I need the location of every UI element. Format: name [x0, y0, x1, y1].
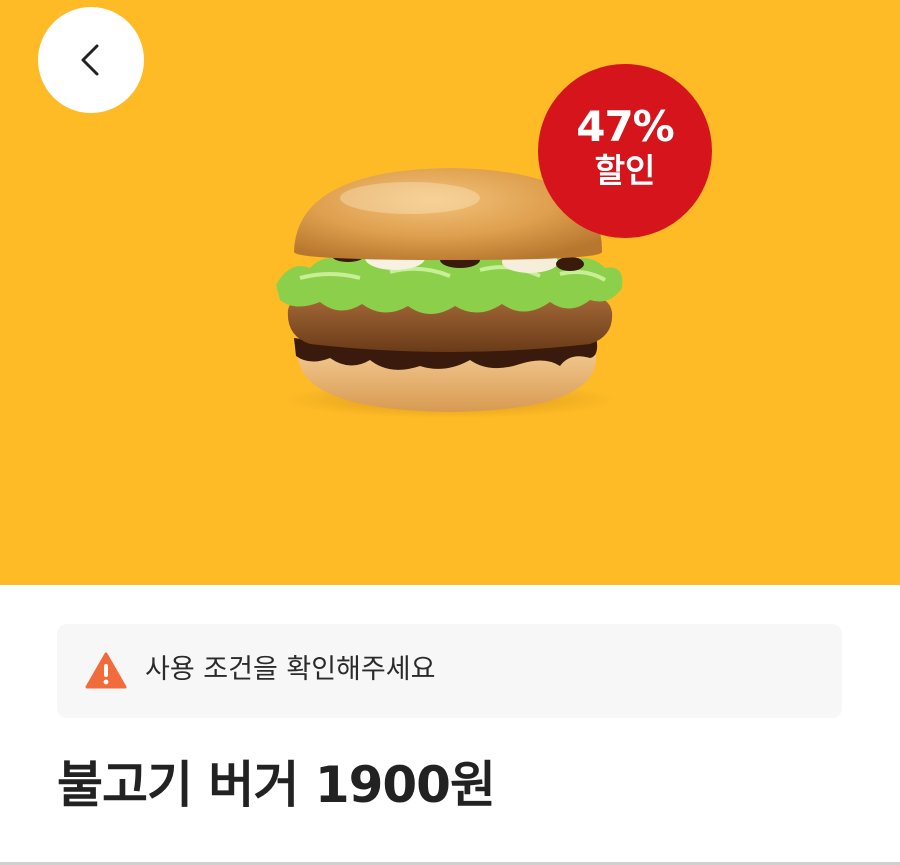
back-button[interactable]: [38, 7, 144, 113]
discount-percent: 47%: [576, 102, 675, 151]
hero-banner: 47% 할인: [0, 0, 900, 585]
product-title: 불고기 버거 1900원: [57, 756, 496, 814]
chevron-left-icon: [81, 44, 99, 76]
warning-icon: [85, 652, 127, 689]
discount-badge: 47% 할인: [538, 64, 712, 238]
discount-label: 할인: [594, 151, 656, 190]
notice-text: 사용 조건을 확인해주세요: [145, 654, 436, 685]
usage-notice[interactable]: 사용 조건을 확인해주세요: [57, 624, 842, 718]
